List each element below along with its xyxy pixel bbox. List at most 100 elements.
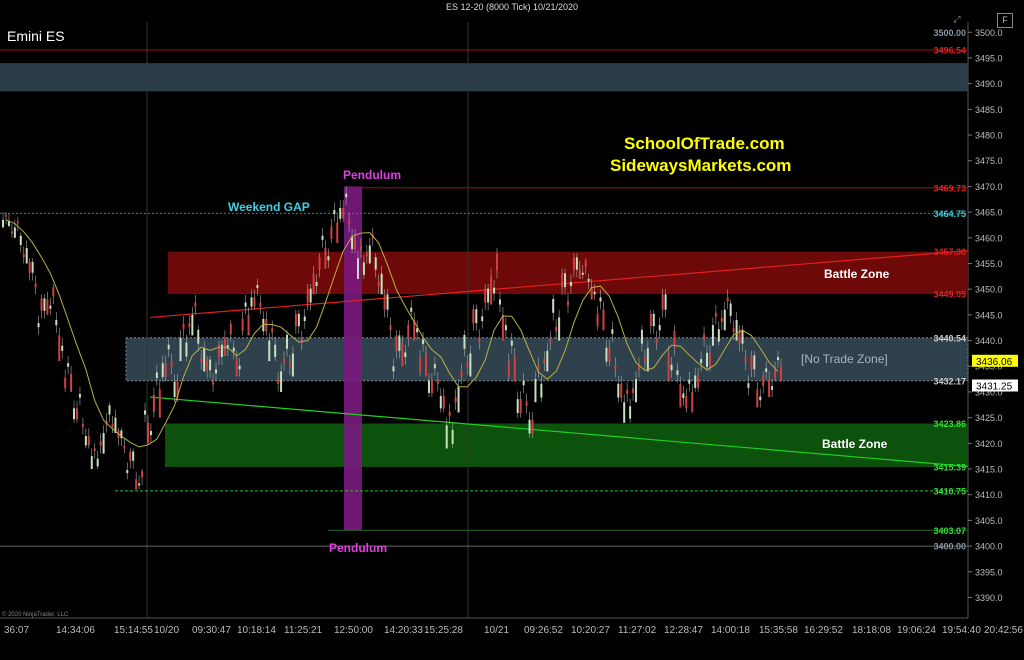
candle-body [430,380,433,393]
candle-body [321,235,324,240]
candle-body [84,436,87,446]
candle-body [490,276,493,305]
candle-body [265,318,268,332]
candle-body [398,335,401,351]
price-marker-label: 3464.75 [933,209,966,219]
candle-body [487,288,490,303]
candle-body [635,379,638,403]
candle-body [643,357,646,363]
price-badge-label: 3431.25 [976,382,1013,393]
candle-body [451,429,454,444]
candle-body [173,381,176,398]
candle-body [714,312,717,317]
candle-body [711,325,714,346]
candle-body [771,386,774,390]
candle-body [703,334,706,340]
chart-window: ES 12-20 (8000 Tick) 10/21/2020 ⤢ F 3390… [0,0,1024,660]
candle-body [700,359,703,364]
candle-body [706,352,709,367]
price-chart[interactable]: 3390.0 3395.0 3400.0 3405.0 3410.0 3415.0 3420… [0,0,1024,660]
candle-body [351,236,354,250]
candle-body [135,479,138,490]
x-tick-label: 36:07 [4,625,29,636]
candle-body [732,328,735,333]
candle-body [212,381,215,385]
candle-body [200,357,203,363]
candle-body [676,370,679,375]
candle-body [206,359,209,371]
y-tick-label: 3460.0 [975,233,1003,243]
candle-body [655,338,658,343]
candle-body [496,253,499,271]
candle-body [481,316,484,322]
candle-body [217,344,220,357]
x-tick-label: 10:20:27 [571,625,610,636]
candle-body [232,347,235,352]
price-marker-label: 3469.73 [933,183,966,193]
candle-body [779,366,782,382]
candle-body [436,379,439,384]
candle-body [49,305,52,309]
candle-body [561,273,564,288]
candle-body [726,297,729,302]
y-tick-label: 3445.0 [975,310,1003,320]
candle-body [682,393,685,399]
x-tick-label: 15:35:58 [759,625,798,636]
candle-body [336,222,339,243]
y-tick-label: 3465.0 [975,208,1003,218]
candle-body [765,368,768,372]
candle-body [52,287,55,297]
candle-body [407,324,410,339]
candle-body [685,396,688,409]
candle-body [126,470,129,474]
candle-body [463,334,466,349]
candle-body [303,316,306,322]
y-tick-label: 3470.0 [975,182,1003,192]
candle-body [253,297,256,307]
price-marker-label: 3423.86 [933,419,966,429]
copyright-text: © 2020 NinjaTrader, LLC [2,612,69,618]
price-marker-label: 3496.54 [933,46,966,56]
candle-body [19,235,22,245]
candle-body [309,288,312,303]
x-tick-label: 09:26:52 [524,625,563,636]
candle-body [149,430,152,436]
candle-body [220,344,223,357]
y-tick-label: 3400.0 [975,542,1003,552]
candle-body [457,386,460,413]
candle-body [498,299,501,305]
candle-body [185,342,188,357]
brand-line-1: SchoolOfTrade.com [624,134,785,153]
candle-body [55,320,58,326]
candle-body [587,278,590,282]
candle-body [750,355,753,370]
candle-body [558,317,561,341]
candle-body [501,314,504,341]
candle-body [324,248,327,269]
candle-body [73,408,76,420]
candle-body [2,219,5,228]
candle-body [667,353,670,382]
x-tick-label: 14:00:18 [711,625,750,636]
candle-body [516,399,519,413]
candle-body [543,359,546,364]
candle-body [649,313,652,327]
candle-body [146,422,149,444]
candle-body [297,313,300,327]
candle-body [283,359,286,364]
candle-body [664,294,667,310]
candle-body [522,380,525,386]
x-tick-label: 11:27:02 [618,625,657,636]
candle-body [581,272,584,275]
candle-body [188,323,191,328]
candle-body [31,261,34,273]
candle-body [605,347,608,362]
candle-body [404,352,407,357]
no-trade-zone-label: [No Trade Zone] [801,352,888,366]
pendulum-bottom-label: Pendulum [329,541,388,555]
candle-body [7,221,10,226]
y-tick-label: 3485.0 [975,105,1003,115]
candle-body [348,220,351,225]
candle-body [614,365,617,370]
candle-body [546,350,549,372]
